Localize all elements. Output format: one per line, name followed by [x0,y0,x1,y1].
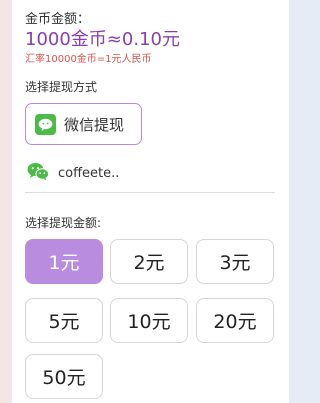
withdraw-card: 金币金额： 1000金币≈0.10元 汇率10000金币=1元人民币 选择提现方… [12,0,289,403]
wechat-icon [35,113,56,135]
withdraw-method-label: 选择提现方式 [25,80,98,94]
withdraw-amount-label: 选择提现金额: [25,216,102,230]
amount-option-5[interactable]: 5元 [25,298,103,343]
section-divider [25,192,275,193]
amount-option-20[interactable]: 20元 [196,298,274,343]
wechat-withdraw-option[interactable]: 微信提现 [25,103,142,145]
amount-option-1[interactable]: 1元 [25,239,103,284]
wechat-account-name: coffeete.. [58,166,120,181]
exchange-rate-text: 汇率10000金币=1元人民币 [25,54,152,65]
wechat-withdraw-label: 微信提现 [64,115,125,134]
amount-option-10[interactable]: 10元 [110,298,188,343]
balance-value: 1000金币≈0.10元 [25,29,180,50]
wechat-account: coffeete.. [27,162,119,185]
amount-option-3[interactable]: 3元 [196,239,274,284]
wechat-logo-icon [27,162,50,185]
amount-option-2[interactable]: 2元 [110,239,188,284]
amount-option-50[interactable]: 50元 [25,354,103,399]
